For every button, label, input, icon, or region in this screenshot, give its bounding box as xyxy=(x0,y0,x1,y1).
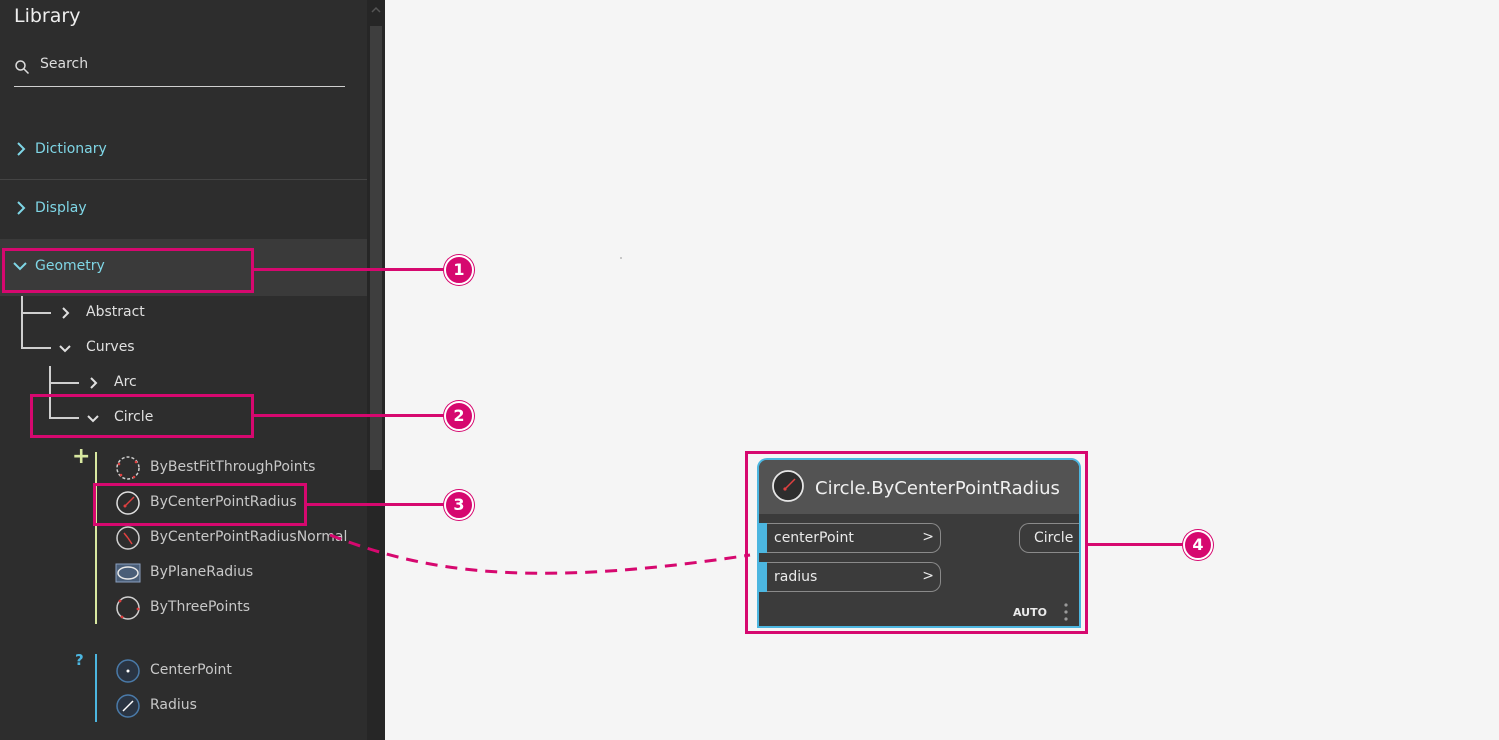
callout-line xyxy=(254,268,446,271)
callout-line xyxy=(307,503,446,506)
callout-number-1: 1 xyxy=(444,255,474,285)
callout-box-node xyxy=(745,451,1088,634)
callout-number-2: 2 xyxy=(444,401,474,431)
callout-box-geometry xyxy=(2,248,254,293)
callout-number-4: 4 xyxy=(1183,530,1213,560)
callout-number-3: 3 xyxy=(444,490,474,520)
callout-line xyxy=(254,414,446,417)
callout-line xyxy=(1088,543,1185,546)
callout-box-by-center-point-radius xyxy=(93,483,307,526)
callout-box-circle xyxy=(30,394,254,438)
